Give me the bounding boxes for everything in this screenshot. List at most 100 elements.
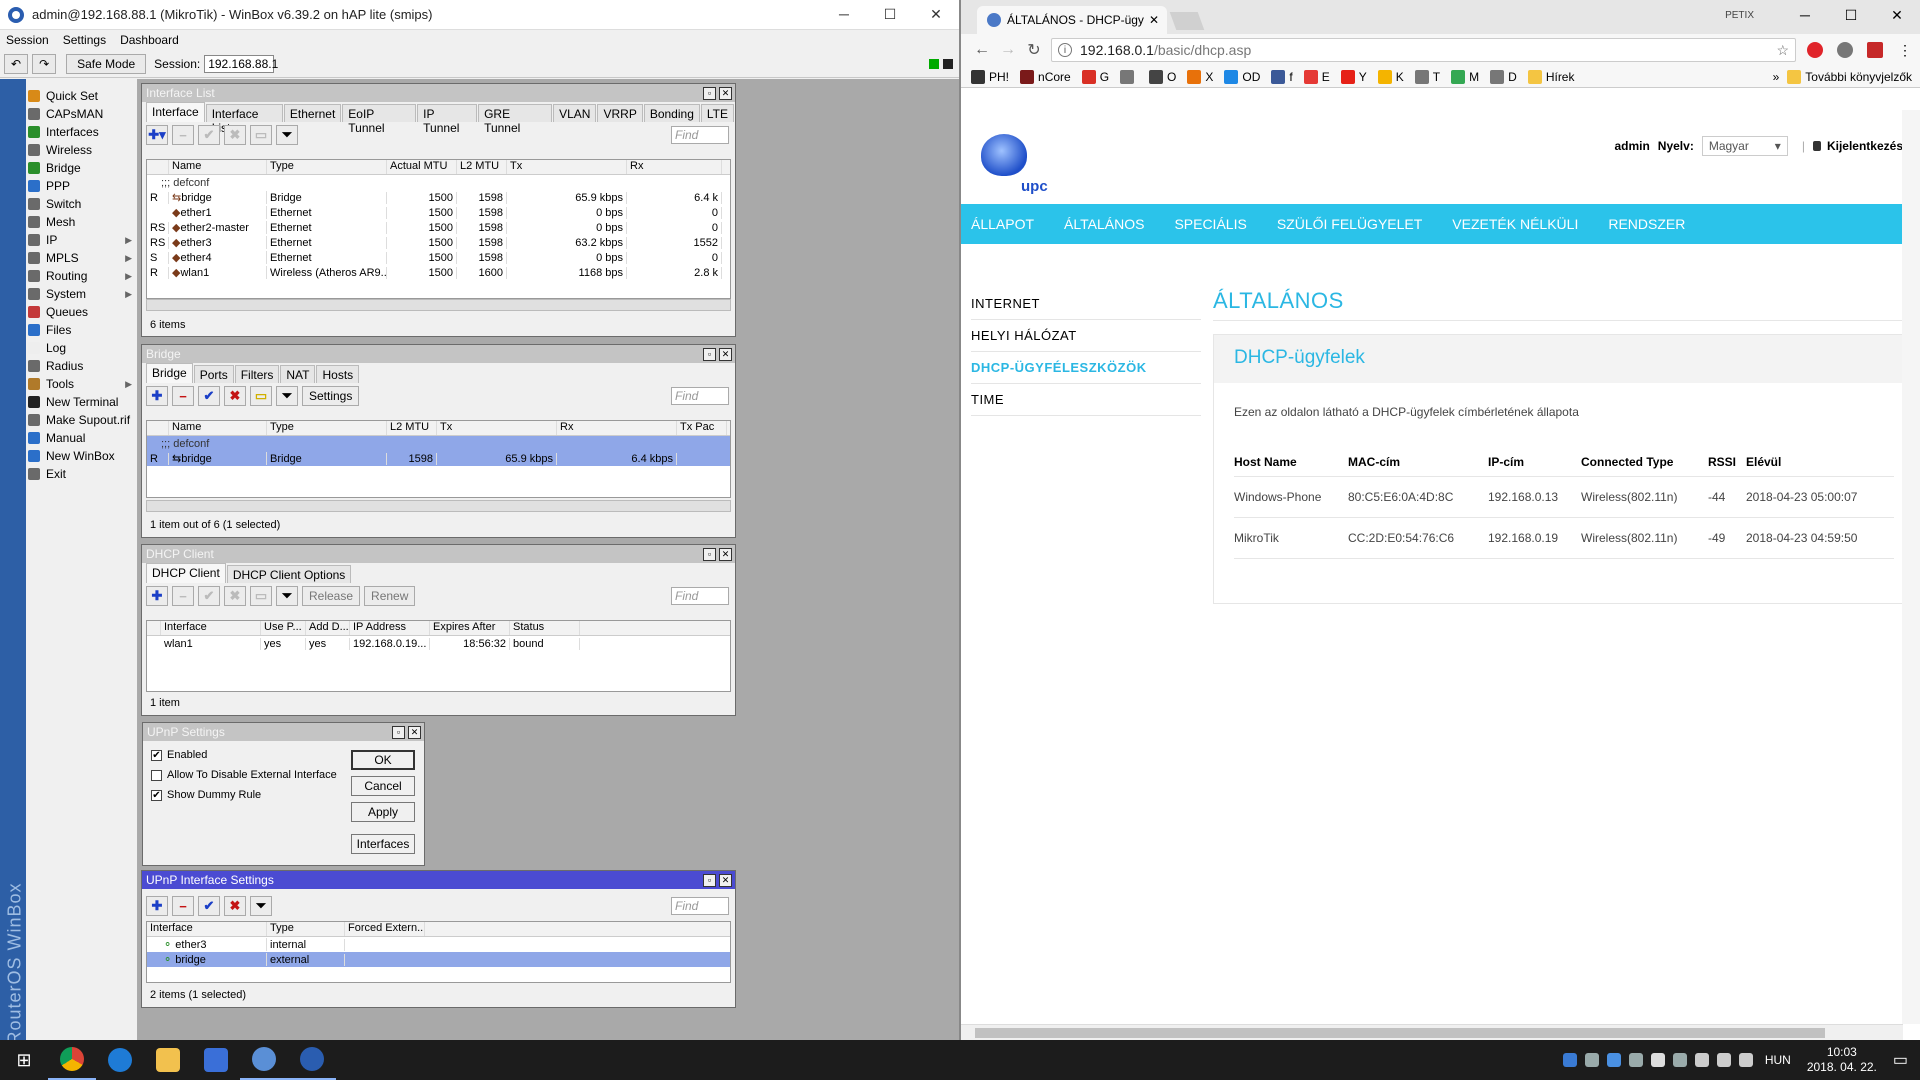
tab[interactable]: NAT	[280, 365, 316, 383]
taskbar-qbittorrent[interactable]	[240, 1040, 288, 1080]
nav-item[interactable]: VEZETÉK NÉLKÜLI	[1452, 216, 1578, 232]
tray-network-icon[interactable]	[1694, 1053, 1709, 1067]
side-nav-item[interactable]: INTERNET	[971, 288, 1201, 320]
bridge-titlebar[interactable]: Bridge ▫ ✕	[142, 345, 735, 363]
restore-icon[interactable]: ▫	[703, 86, 716, 100]
col-flag[interactable]	[147, 421, 169, 435]
sidebar-item[interactable]: Mesh	[28, 212, 136, 232]
find-input[interactable]: Find	[671, 587, 729, 605]
table-row[interactable]: ⚬ ether3 internal	[147, 937, 730, 952]
show-dummy-rule-checkbox[interactable]: ✔ Show Dummy Rule	[151, 789, 261, 801]
add-icon[interactable]: ✚	[146, 896, 168, 916]
add-icon[interactable]: ✚	[146, 386, 168, 406]
cancel-button[interactable]: Cancel	[351, 776, 415, 796]
allow-disable-external-checkbox[interactable]: Allow To Disable External Interface	[151, 769, 337, 781]
tray-steam-icon[interactable]	[1584, 1053, 1599, 1067]
close-icon[interactable]: ✕	[1874, 7, 1920, 24]
dhcp-client-titlebar[interactable]: DHCP Client ▫ ✕	[142, 545, 735, 563]
bookmark-item[interactable]: T	[1414, 69, 1440, 84]
sidebar-item[interactable]: PPP	[28, 176, 136, 196]
sidebar-item[interactable]: Make Supout.rif	[28, 410, 136, 430]
close-icon[interactable]: ✕	[719, 547, 732, 561]
interface-list-titlebar[interactable]: Interface List ▫ ✕	[142, 84, 735, 102]
close-icon[interactable]: ✕	[719, 873, 732, 887]
enable-icon[interactable]: ✔	[198, 125, 220, 145]
tab[interactable]: DHCP Client	[146, 563, 226, 583]
tab[interactable]: DHCP Client Options	[226, 565, 352, 583]
input-language[interactable]: HUN	[1765, 1053, 1791, 1067]
sidebar-item[interactable]: Quick Set	[28, 86, 136, 106]
enable-icon[interactable]: ✔	[198, 386, 220, 406]
comment-icon[interactable]: ▭	[250, 586, 272, 606]
opera-extension-icon[interactable]	[1807, 42, 1823, 58]
enabled-checkbox[interactable]: ✔ Enabled	[151, 749, 207, 761]
bookmark-item[interactable]: D	[1490, 69, 1517, 84]
sidebar-item[interactable]: Routing ▶	[28, 266, 136, 286]
table-row[interactable]: S ◆ether4 Ethernet 1500 1598 0 bps 0	[147, 250, 730, 265]
bookmark-item[interactable]: G	[1081, 69, 1109, 84]
bookmark-star-icon[interactable]: ☆	[1776, 42, 1789, 59]
tab[interactable]: Bridge	[146, 363, 193, 383]
tab[interactable]: Filters	[234, 365, 280, 383]
other-bookmarks[interactable]: További könyvjelzők	[1787, 69, 1912, 84]
bookmark-item[interactable]: Hírek	[1527, 69, 1574, 84]
col-expires[interactable]: Expires After	[430, 621, 510, 635]
table-row[interactable]: RS ◆ether2-master Ethernet 1500 1598 0 bps 0	[147, 220, 730, 235]
info-icon[interactable]: i	[1058, 43, 1072, 57]
disable-icon[interactable]: ✖	[224, 896, 246, 916]
col-actual-mtu[interactable]: Actual MTU	[387, 160, 457, 174]
notifications-icon[interactable]: ▭	[1893, 1050, 1908, 1070]
upnp-interface-titlebar[interactable]: UPnP Interface Settings ▫ ✕	[142, 871, 735, 889]
table-row[interactable]: R ◆wlan1 Wireless (Atheros AR9... 1500 1600 1…	[147, 265, 730, 280]
col-type[interactable]: Type	[267, 160, 387, 174]
disable-icon[interactable]: ✖	[224, 586, 246, 606]
sidebar-item[interactable]: Bridge	[28, 158, 136, 178]
menu-settings[interactable]: Settings	[63, 33, 106, 47]
bookmarks-overflow-icon[interactable]: »	[1773, 70, 1780, 84]
bookmark-item[interactable]: O	[1149, 69, 1176, 84]
upnp-settings-titlebar[interactable]: UPnP Settings ▫ ✕	[143, 723, 424, 741]
bookmark-item[interactable]: nCore	[1020, 69, 1071, 84]
find-input[interactable]: Find	[671, 126, 729, 144]
taskbar-winbox[interactable]	[288, 1040, 336, 1080]
col-l2-mtu[interactable]: L2 MTU	[457, 160, 507, 174]
address-bar[interactable]: i 192.168.0.1/basic/dhcp.asp ☆	[1051, 38, 1796, 62]
minimize-icon[interactable]: ─	[1782, 7, 1828, 23]
col-add-default[interactable]: Add D...	[306, 621, 350, 635]
col-tx[interactable]: Tx	[507, 160, 627, 174]
add-icon[interactable]: ✚	[146, 586, 168, 606]
tab[interactable]: EoIP Tunnel	[342, 104, 417, 135]
bookmark-item[interactable]	[1120, 69, 1138, 84]
interfaces-button[interactable]: Interfaces	[351, 834, 415, 854]
table-row[interactable]: RS ◆ether3 Ethernet 1500 1598 63.2 kbps 1552	[147, 235, 730, 250]
taskbar-save-app[interactable]	[192, 1040, 240, 1080]
horizontal-scrollbar[interactable]	[146, 500, 731, 512]
restore-icon[interactable]: ▫	[703, 347, 716, 361]
restore-icon[interactable]: ▫	[703, 873, 716, 887]
bookmark-item[interactable]: f	[1271, 69, 1293, 84]
find-input[interactable]: Find	[671, 897, 729, 915]
nav-item[interactable]: SPECIÁLIS	[1174, 216, 1246, 232]
filter-icon[interactable]: ⏷	[276, 125, 298, 145]
tab[interactable]: Ethernet	[283, 104, 342, 122]
tab[interactable]: LTE	[700, 104, 734, 122]
bookmark-item[interactable]: E	[1303, 69, 1330, 84]
chrome-menu-icon[interactable]: ⋮	[1898, 42, 1912, 59]
col-flag[interactable]	[147, 160, 169, 174]
tab[interactable]: Interface	[146, 102, 205, 122]
sidebar-item[interactable]: IP ▶	[28, 230, 136, 250]
sidebar-item[interactable]: CAPsMAN	[28, 104, 136, 124]
clock[interactable]: 10:03 2018. 04. 22.	[1807, 1045, 1877, 1075]
filter-icon[interactable]: ⏷	[250, 896, 272, 916]
col-interface[interactable]: Interface	[161, 621, 261, 635]
tray-app-icon[interactable]	[1562, 1053, 1577, 1067]
forward-icon[interactable]: →	[995, 41, 1021, 59]
profile-name[interactable]: PETIX	[1725, 10, 1754, 21]
maximize-icon[interactable]: ☐	[1828, 7, 1874, 24]
release-button[interactable]: Release	[302, 586, 361, 606]
col-interface[interactable]: Interface	[147, 922, 267, 936]
tray-battery-icon[interactable]	[1716, 1053, 1731, 1067]
tab[interactable]: Interface List	[205, 104, 283, 135]
col-ip-address[interactable]: IP Address	[350, 621, 430, 635]
col-use-peer[interactable]: Use P...	[261, 621, 306, 635]
